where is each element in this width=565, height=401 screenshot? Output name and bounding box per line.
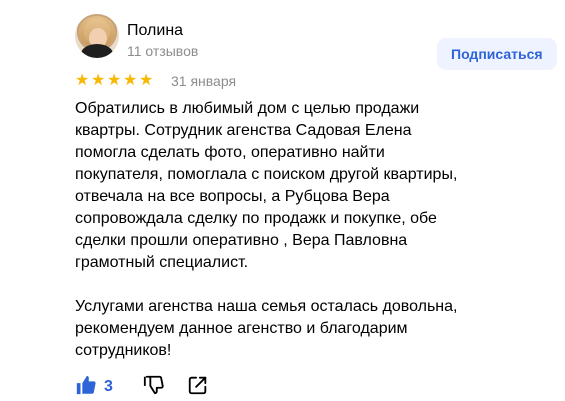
subscribe-button[interactable]: Подписаться — [437, 38, 557, 70]
star-icon: ★ — [123, 72, 138, 89]
review-date: 31 января — [171, 73, 237, 89]
rating-row: ★ ★ ★ ★ ★ 31 января — [75, 72, 236, 90]
star-icon: ★ — [107, 72, 122, 89]
review-text: Обратились в любимый дом с целью продажи… — [75, 100, 458, 359]
review-header: Полина 11 отзывов Подписаться — [75, 14, 565, 70]
thumb-up-icon — [75, 374, 97, 401]
author-name[interactable]: Полина — [127, 22, 183, 40]
star-rating: ★ ★ ★ ★ ★ — [75, 73, 155, 89]
like-count: 3 — [104, 378, 113, 395]
star-icon: ★ — [91, 72, 106, 89]
avatar[interactable] — [75, 14, 119, 58]
review-card: Полина 11 отзывов Подписаться ★ ★ ★ ★ ★ … — [0, 0, 565, 400]
thumb-down-icon — [143, 374, 165, 401]
review-actions: 3 — [75, 374, 209, 400]
share-icon — [187, 374, 209, 401]
share-button[interactable] — [187, 374, 209, 401]
star-icon: ★ — [139, 72, 154, 89]
avatar-shirt — [81, 44, 113, 58]
like-button[interactable]: 3 — [75, 374, 113, 401]
star-icon: ★ — [75, 72, 90, 89]
dislike-button[interactable] — [143, 374, 165, 401]
author-reviews-count: 11 отзывов — [127, 43, 199, 59]
